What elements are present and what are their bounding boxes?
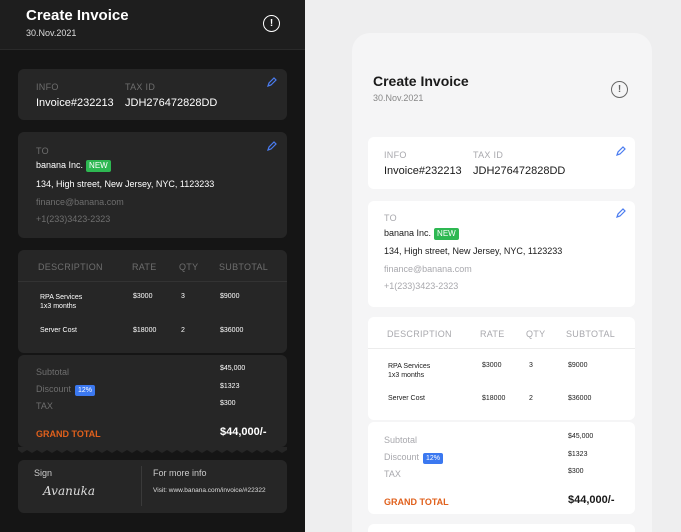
col-rate: RATE	[132, 262, 157, 272]
signature: Avanuka	[43, 484, 95, 498]
info-icon[interactable]: !	[263, 15, 280, 32]
page-title: Create Invoice	[373, 73, 469, 89]
row-subtotal: $9000	[220, 293, 240, 300]
table-row: RPA Services 1x3 months	[40, 294, 83, 310]
edit-pencil-icon[interactable]	[266, 140, 278, 152]
discount-row: Discount 12%	[384, 452, 444, 464]
col-subtotal: SUBTOTAL	[566, 329, 616, 339]
discount-row: Discount 12%	[36, 384, 96, 396]
tax-id-value: JDH276472828DD	[473, 165, 566, 177]
address: 134, High street, New Jersey, NYC, 11232…	[384, 246, 563, 256]
email[interactable]: finance@banana.com	[384, 264, 472, 274]
visit-link[interactable]: Visit: www.banana.com/invoice/#22322	[153, 487, 266, 494]
company-row: banana Inc. NEW	[36, 160, 111, 172]
row-subtotal: $9000	[568, 362, 588, 369]
row-subtotal: $36000	[568, 395, 592, 402]
to-card: TO banana Inc. NEW 134, High street, New …	[368, 201, 635, 307]
divider	[368, 348, 635, 349]
discount-value: $1323	[568, 451, 588, 458]
zigzag-edge	[18, 447, 287, 453]
invoice-number: Invoice#232213	[384, 165, 462, 177]
col-rate: RATE	[480, 329, 505, 339]
row-qty: 2	[529, 395, 533, 402]
col-subtotal: SUBTOTAL	[219, 262, 269, 272]
grand-total-label: GRAND TOTAL	[384, 497, 449, 507]
info-label: INFO	[384, 150, 407, 160]
sign-label: Sign	[34, 468, 53, 478]
col-qty: QTY	[179, 262, 199, 272]
tax-label: TAX	[384, 469, 401, 479]
info-icon[interactable]: !	[611, 81, 628, 98]
row-rate: $18000	[482, 395, 506, 402]
tax-value: $300	[568, 468, 584, 475]
company-row: banana Inc. NEW	[384, 228, 459, 240]
discount-label: Discount	[384, 452, 420, 462]
tax-id-value: JDH276472828DD	[125, 97, 218, 109]
col-description: DESCRIPTION	[387, 329, 452, 339]
row-qty: 2	[181, 327, 185, 334]
row-rate: $3000	[133, 293, 153, 300]
discount-badge: 12%	[75, 385, 96, 396]
new-badge: NEW	[434, 228, 459, 240]
grand-total-label: GRAND TOTAL	[36, 429, 101, 439]
row-rate: $18000	[133, 327, 157, 334]
invoice-number: Invoice#232213	[36, 97, 114, 109]
items-table: DESCRIPTION RATE QTY SUBTOTAL RPA Servic…	[18, 250, 287, 353]
tax-id-label: TAX ID	[125, 82, 156, 92]
row-subtotal: $36000	[220, 327, 244, 334]
edit-pencil-icon[interactable]	[266, 76, 278, 88]
info-card: INFO TAX ID Invoice#232213 JDH276472828D…	[368, 137, 635, 189]
company-name: banana Inc.	[384, 228, 432, 238]
subtotal-label: Subtotal	[384, 435, 418, 445]
info-card: INFO TAX ID Invoice#232213 JDH276472828D…	[18, 69, 287, 120]
table-row: RPA Services 1x3 months	[388, 363, 431, 379]
company-name: banana Inc.	[36, 160, 84, 170]
dark-invoice-panel: Create Invoice 30.Nov.2021 ! INFO TAX ID…	[0, 0, 305, 532]
table-row: Server Cost	[388, 395, 425, 402]
grand-total-value: $44,000/-	[220, 426, 267, 438]
invoice-date: 30.Nov.2021	[373, 93, 424, 103]
tax-id-label: TAX ID	[473, 150, 504, 160]
divider	[18, 281, 287, 282]
footer-card: Sign Avanuka For more info Visit: www.ba…	[18, 460, 287, 513]
totals-card: Subtotal $45,000 Discount 12% $1323 TAX $…	[368, 422, 635, 514]
totals-card: Subtotal $45,000 Discount 12% $1323 TAX $…	[18, 355, 287, 447]
col-qty: QTY	[526, 329, 546, 339]
row-qty: 3	[181, 293, 185, 300]
discount-badge: 12%	[423, 453, 444, 464]
new-badge: NEW	[86, 160, 111, 172]
to-label: TO	[384, 213, 397, 223]
info-label: INFO	[36, 82, 59, 92]
to-card: TO banana Inc. NEW 134, High street, New …	[18, 132, 287, 238]
items-table: DESCRIPTION RATE QTY SUBTOTAL RPA Servic…	[368, 317, 635, 420]
phone: +1(233)3423-2323	[36, 214, 111, 224]
subtotal-value: $45,000	[568, 433, 594, 440]
light-invoice-panel: Create Invoice 30.Nov.2021 ! INFO TAX ID…	[352, 33, 652, 532]
table-row: Server Cost	[40, 327, 77, 334]
row-qty: 3	[529, 362, 533, 369]
invoice-date: 30.Nov.2021	[26, 28, 77, 38]
col-description: DESCRIPTION	[38, 262, 103, 272]
discount-value: $1323	[220, 383, 240, 390]
tax-value: $300	[220, 400, 236, 407]
subtotal-value: $45,000	[220, 365, 246, 372]
to-label: TO	[36, 146, 49, 156]
email[interactable]: finance@banana.com	[36, 197, 124, 207]
more-info-label: For more info	[153, 468, 207, 478]
subtotal-label: Subtotal	[36, 367, 70, 377]
discount-label: Discount	[36, 384, 72, 394]
tax-label: TAX	[36, 401, 53, 411]
page-title: Create Invoice	[26, 7, 129, 24]
address: 134, High street, New Jersey, NYC, 11232…	[36, 179, 215, 189]
phone: +1(233)3423-2323	[384, 281, 459, 291]
divider	[141, 466, 142, 506]
row-rate: $3000	[482, 362, 502, 369]
footer-card-partial	[368, 524, 635, 532]
edit-pencil-icon[interactable]	[615, 145, 627, 157]
edit-pencil-icon[interactable]	[615, 207, 627, 219]
grand-total-value: $44,000/-	[568, 494, 615, 506]
dark-header: Create Invoice 30.Nov.2021 !	[0, 0, 305, 50]
